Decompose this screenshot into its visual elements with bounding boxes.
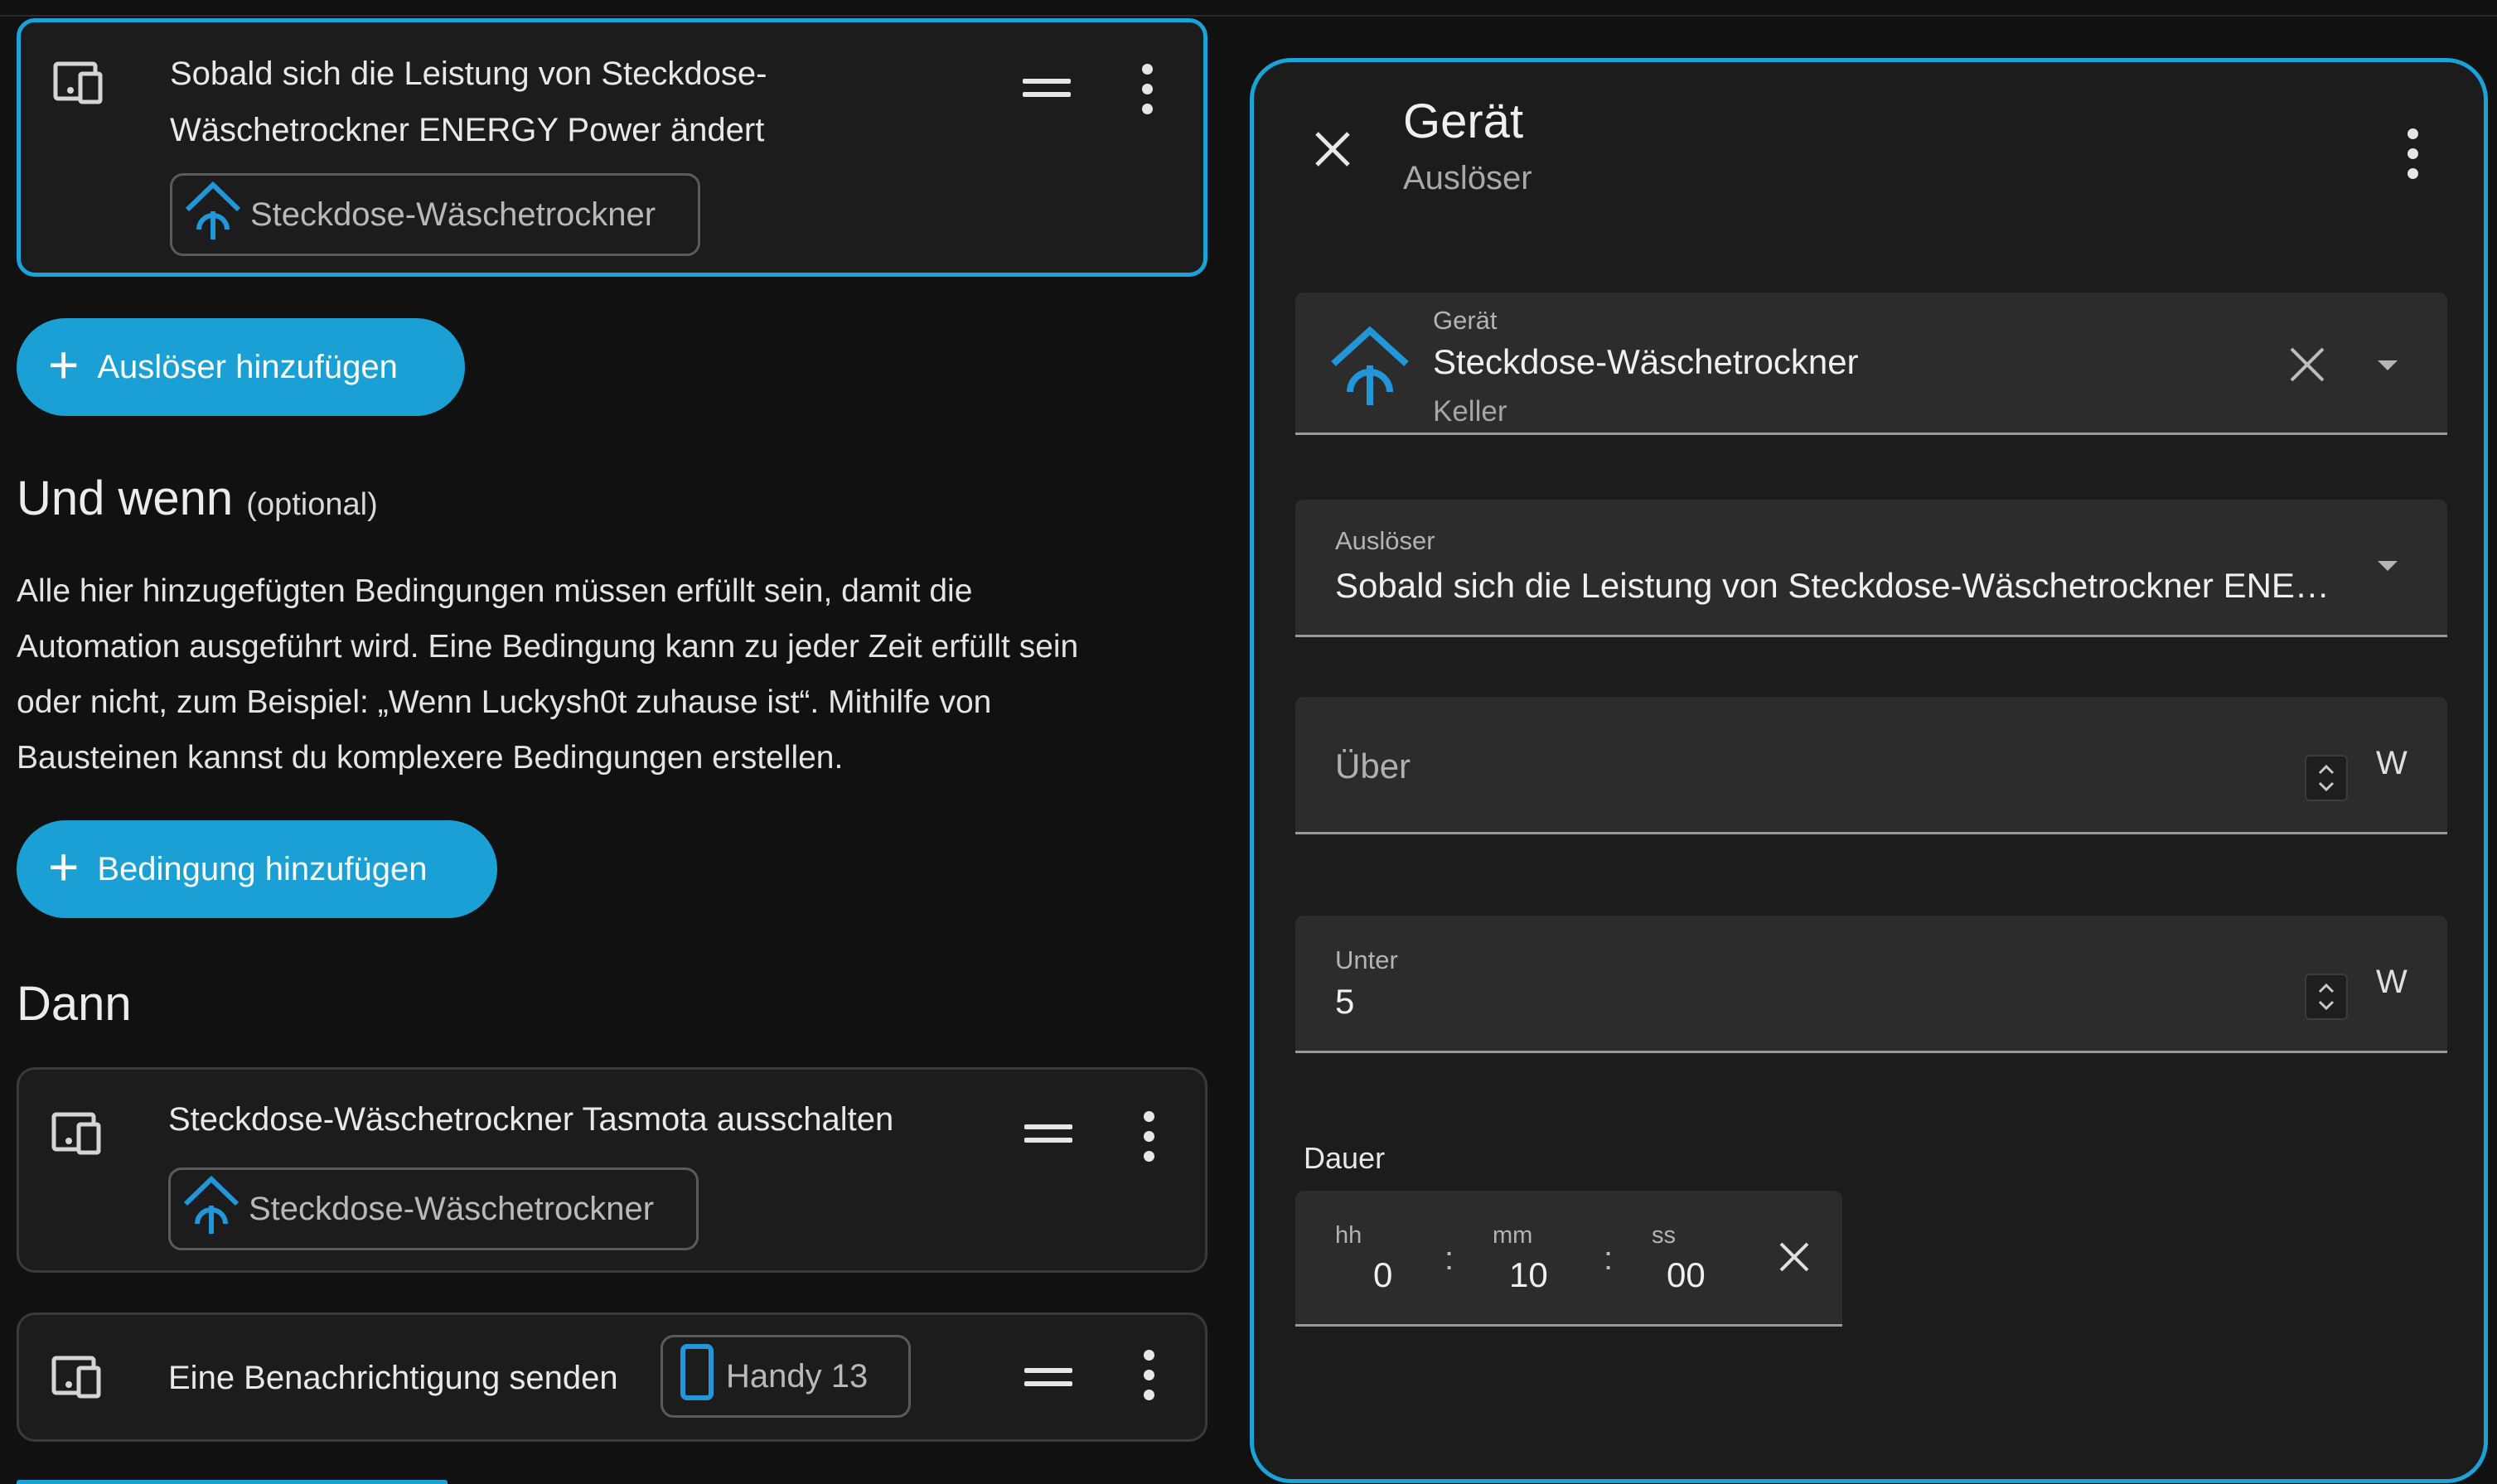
above-input-placeholder: Über [1335, 747, 1411, 786]
above-input[interactable]: Über W [1295, 697, 2447, 834]
above-unit: W [2376, 745, 2407, 781]
conditions-heading-text: Und wenn [17, 471, 234, 525]
trigger-card[interactable]: Sobald sich die Leistung von Steckdose- … [17, 18, 1207, 277]
action-title: Eine Benachrichtigung senden [168, 1360, 618, 1396]
hours-label: hh [1335, 1222, 1362, 1249]
conditions-optional: (optional) [246, 487, 378, 522]
duration-input[interactable]: hh 0 : mm 10 : ss 00 [1295, 1191, 1842, 1327]
device-area: Keller [1433, 395, 1507, 428]
device-select-label: Gerät [1433, 306, 1498, 335]
overflow-menu-icon[interactable] [1144, 1111, 1155, 1171]
automation-editor: Sobald sich die Leistung von Steckdose- … [0, 0, 1227, 1484]
device-trigger-dialog: Gerät Auslöser Gerät Steckdose-Wäschetro… [1250, 58, 2488, 1483]
hours-value[interactable]: 0 [1373, 1255, 1392, 1295]
below-input-value: 5 [1335, 982, 1355, 1021]
clear-icon[interactable] [2288, 346, 2326, 388]
next-button-edge [17, 1480, 448, 1484]
add-condition-label: Bedingung hinzufügen [97, 850, 428, 887]
drag-handle-icon[interactable] [1023, 79, 1071, 105]
devices-icon [51, 1353, 107, 1404]
action-card[interactable]: Eine Benachrichtigung senden Handy 13 [17, 1312, 1207, 1442]
conditions-desc-line: Automation ausgeführt wird. Eine Bedingu… [17, 629, 1079, 665]
close-icon[interactable] [1312, 128, 1353, 174]
device-chip-label: Steckdose-Wäschetrockner [249, 1190, 655, 1227]
below-input[interactable]: Unter 5 W [1295, 916, 2447, 1053]
chevron-down-icon[interactable] [2378, 360, 2398, 370]
add-condition-button[interactable]: + Bedingung hinzufügen [17, 820, 497, 918]
trigger-type-select[interactable]: Auslöser Sobald sich die Leistung von St… [1295, 500, 2447, 637]
plus-icon: + [48, 335, 80, 394]
drag-handle-icon[interactable] [1024, 1368, 1072, 1395]
seconds-label: ss [1652, 1222, 1676, 1249]
below-unit: W [2376, 964, 2407, 1000]
conditions-description: Alle hier hinzugefügten Bedingungen müss… [17, 563, 1202, 786]
add-trigger-label: Auslöser hinzufügen [97, 348, 398, 385]
dialog-subtitle: Auslöser [1403, 160, 1532, 196]
mobile-device-chip[interactable]: Handy 13 [661, 1335, 911, 1418]
overflow-menu-icon[interactable] [1144, 1350, 1155, 1409]
devices-icon [51, 1109, 107, 1160]
tasmota-icon [181, 178, 245, 251]
minutes-label: mm [1493, 1222, 1533, 1249]
actions-heading: Dann [17, 977, 132, 1031]
trigger-title-line1: Sobald sich die Leistung von Steckdose- [170, 56, 767, 92]
dialog-overflow-menu-icon[interactable] [2407, 128, 2419, 188]
action-card[interactable]: Steckdose-Wäschetrockner Tasmota ausscha… [17, 1067, 1207, 1273]
device-select-value: Steckdose-Wäschetrockner [1433, 342, 1859, 381]
below-input-label: Unter [1335, 945, 1398, 974]
tasmota-icon [1327, 324, 1413, 411]
clear-icon[interactable] [1778, 1240, 1811, 1278]
conditions-heading: Und wenn (optional) [17, 471, 378, 526]
action-title: Steckdose-Wäschetrockner Tasmota ausscha… [168, 1101, 894, 1138]
time-separator: : [1444, 1240, 1454, 1277]
minutes-value[interactable]: 10 [1509, 1255, 1548, 1295]
number-spinner-icon[interactable] [2305, 974, 2348, 1020]
overflow-menu-icon[interactable] [1142, 64, 1154, 123]
conditions-desc-line: oder nicht, zum Beispiel: „Wenn Luckysh0… [17, 684, 992, 720]
seconds-value[interactable]: 00 [1667, 1255, 1706, 1295]
trigger-type-label: Auslöser [1335, 526, 1435, 555]
chevron-down-icon[interactable] [2378, 561, 2398, 571]
devices-icon [52, 59, 109, 109]
tasmota-icon [179, 1172, 244, 1245]
number-spinner-icon[interactable] [2305, 755, 2348, 801]
drag-handle-icon[interactable] [1024, 1124, 1072, 1151]
trigger-type-value: Sobald sich die Leistung von Steckdose-W… [1335, 566, 2330, 605]
time-separator: : [1604, 1240, 1614, 1277]
device-chip[interactable]: Steckdose-Wäschetrockner [170, 173, 700, 256]
add-trigger-button[interactable]: + Auslöser hinzufügen [17, 318, 465, 416]
device-select[interactable]: Gerät Steckdose-Wäschetrockner Keller [1295, 292, 2447, 435]
conditions-desc-line: Bausteinen kannst du komplexere Bedingun… [17, 740, 844, 776]
trigger-title-line2: Wäschetrockner ENERGY Power ändert [170, 112, 765, 148]
device-chip[interactable]: Steckdose-Wäschetrockner [168, 1167, 699, 1250]
duration-label: Dauer [1304, 1141, 1386, 1175]
plus-icon: + [48, 837, 80, 897]
mobile-device-chip-label: Handy 13 [726, 1357, 869, 1395]
dialog-title: Gerät [1403, 94, 1524, 148]
conditions-desc-line: Alle hier hinzugefügten Bedingungen müss… [17, 573, 973, 609]
cellphone-icon [671, 1343, 721, 1409]
device-chip-label: Steckdose-Wäschetrockner [250, 196, 656, 233]
